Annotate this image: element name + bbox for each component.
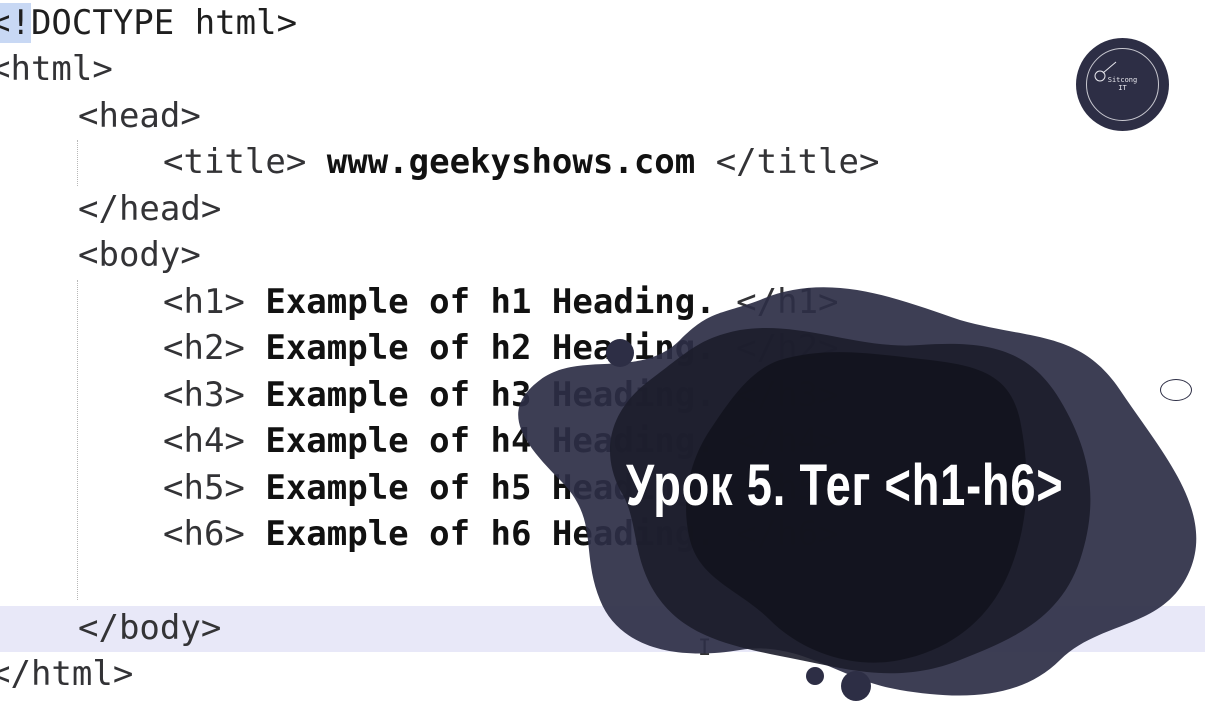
code-line-h4[interactable]: <h4> Example of h4 Heading. </h4> — [163, 418, 839, 464]
text-cursor-icon: I — [698, 636, 712, 661]
h3-close-tag: </h3> — [736, 375, 839, 415]
logo-text: Sitcong IT — [1076, 76, 1169, 92]
h6-close-tag: </h6> — [736, 514, 839, 554]
title-open-tag: <title> — [163, 142, 307, 182]
h2-close-tag: </h2> — [736, 328, 839, 368]
logo-text-line2: IT — [1118, 84, 1127, 92]
h4-close-tag: </h4> — [736, 421, 839, 461]
indent-guide — [77, 280, 79, 600]
h5-open-tag: <h5> — [163, 468, 245, 508]
code-line-body-open[interactable]: <body> — [78, 232, 201, 278]
code-line-h3[interactable]: <h3> Example of h3 Heading. </h3> — [163, 372, 839, 418]
h5-close-tag: </h5> — [736, 468, 839, 508]
h5-content: Example of h5 Heading. — [244, 468, 737, 508]
code-line-head-close[interactable]: </head> — [78, 186, 221, 232]
code-line-h1[interactable]: <h1> Example of h1 Heading. </h1> — [163, 279, 839, 325]
h6-content: Example of h6 Heading. — [244, 514, 737, 554]
logo-text-line1: Sitcong — [1107, 76, 1138, 84]
code-line-body-close[interactable]: </body> — [78, 605, 221, 651]
h1-content: Example of h1 Heading. — [244, 282, 737, 322]
code-line-doctype[interactable]: <!DOCTYPE html> — [0, 0, 297, 46]
h4-open-tag: <h4> — [163, 421, 245, 461]
doctype-text: DOCTYPE html> — [30, 3, 298, 43]
h2-open-tag: <h2> — [163, 328, 245, 368]
code-line-html-open[interactable]: <html> — [0, 46, 113, 92]
code-line-h5[interactable]: <h5> Example of h5 Heading. </h5> — [163, 465, 839, 511]
code-line-h2[interactable]: <h2> Example of h2 Heading. </h2> — [163, 325, 839, 371]
h4-content: Example of h4 Heading. — [244, 421, 737, 461]
h1-close-tag: </h1> — [736, 282, 839, 322]
title-close-tag: </title> — [715, 142, 880, 182]
h6-open-tag: <h6> — [163, 514, 245, 554]
indent-guide — [77, 140, 79, 186]
code-line-head-open[interactable]: <head> — [78, 93, 201, 139]
code-line-html-close[interactable]: </html> — [0, 651, 133, 697]
h3-content: Example of h3 Heading. — [244, 375, 737, 415]
title-content: www.geekyshows.com — [306, 142, 716, 182]
h1-open-tag: <h1> — [163, 282, 245, 322]
code-line-h6[interactable]: <h6> Example of h6 Heading. </h6> — [163, 511, 839, 557]
h2-content: Example of h2 Heading. — [244, 328, 737, 368]
selected-text: <! — [0, 3, 31, 43]
h3-open-tag: <h3> — [163, 375, 245, 415]
code-editor[interactable]: <!DOCTYPE html> <html> <head> <title> ww… — [0, 0, 1205, 720]
code-line-title[interactable]: <title> www.geekyshows.com </title> — [163, 139, 879, 185]
side-oval-marker — [1160, 379, 1192, 401]
channel-logo: Sitcong IT — [1076, 38, 1169, 131]
